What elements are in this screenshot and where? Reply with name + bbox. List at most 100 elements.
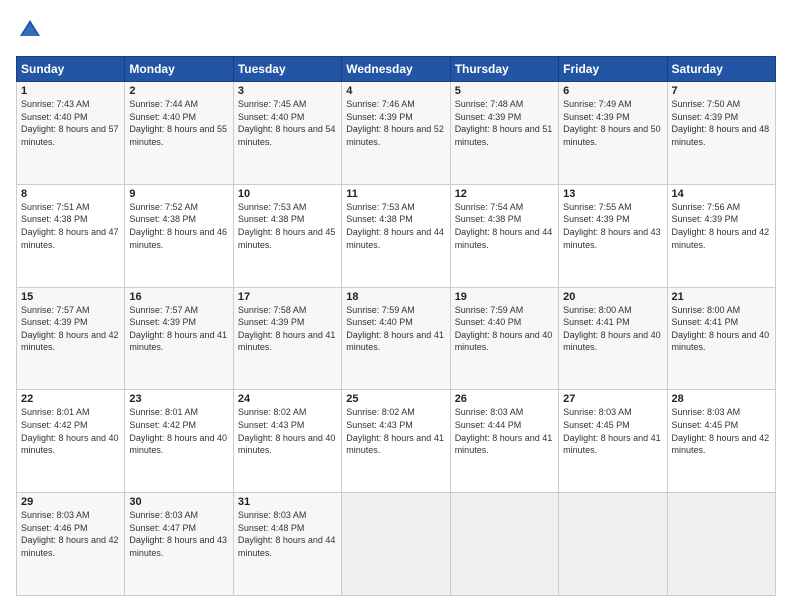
day-cell: 8 Sunrise: 7:51 AMSunset: 4:38 PMDayligh… — [17, 184, 125, 287]
day-cell: 26 Sunrise: 8:03 AMSunset: 4:44 PMDaylig… — [450, 390, 558, 493]
day-number: 20 — [563, 291, 662, 303]
day-info: Sunrise: 7:59 AMSunset: 4:40 PMDaylight:… — [346, 305, 444, 353]
day-info: Sunrise: 8:03 AMSunset: 4:48 PMDaylight:… — [238, 510, 336, 558]
day-cell: 12 Sunrise: 7:54 AMSunset: 4:38 PMDaylig… — [450, 184, 558, 287]
day-number: 27 — [563, 393, 662, 405]
day-info: Sunrise: 7:58 AMSunset: 4:39 PMDaylight:… — [238, 305, 336, 353]
day-cell: 29 Sunrise: 8:03 AMSunset: 4:46 PMDaylig… — [17, 493, 125, 596]
weekday-header: Friday — [559, 57, 667, 82]
day-cell: 28 Sunrise: 8:03 AMSunset: 4:45 PMDaylig… — [667, 390, 775, 493]
day-number: 6 — [563, 85, 662, 97]
day-number: 9 — [129, 188, 228, 200]
day-info: Sunrise: 8:00 AMSunset: 4:41 PMDaylight:… — [672, 305, 770, 353]
weekday-header: Tuesday — [233, 57, 341, 82]
weekday-header: Thursday — [450, 57, 558, 82]
weekday-header: Sunday — [17, 57, 125, 82]
day-cell: 18 Sunrise: 7:59 AMSunset: 4:40 PMDaylig… — [342, 287, 450, 390]
day-cell: 6 Sunrise: 7:49 AMSunset: 4:39 PMDayligh… — [559, 82, 667, 185]
calendar-table: SundayMondayTuesdayWednesdayThursdayFrid… — [16, 56, 776, 596]
day-info: Sunrise: 8:01 AMSunset: 4:42 PMDaylight:… — [129, 407, 227, 455]
day-cell — [559, 493, 667, 596]
day-cell: 31 Sunrise: 8:03 AMSunset: 4:48 PMDaylig… — [233, 493, 341, 596]
day-number: 1 — [21, 85, 120, 97]
day-cell — [450, 493, 558, 596]
day-number: 31 — [238, 496, 337, 508]
day-info: Sunrise: 8:03 AMSunset: 4:46 PMDaylight:… — [21, 510, 119, 558]
day-info: Sunrise: 8:03 AMSunset: 4:45 PMDaylight:… — [563, 407, 661, 455]
day-info: Sunrise: 8:00 AMSunset: 4:41 PMDaylight:… — [563, 305, 661, 353]
day-cell: 21 Sunrise: 8:00 AMSunset: 4:41 PMDaylig… — [667, 287, 775, 390]
day-number: 4 — [346, 85, 445, 97]
day-number: 24 — [238, 393, 337, 405]
day-number: 25 — [346, 393, 445, 405]
weekday-header-row: SundayMondayTuesdayWednesdayThursdayFrid… — [17, 57, 776, 82]
day-cell — [342, 493, 450, 596]
day-number: 26 — [455, 393, 554, 405]
day-number: 5 — [455, 85, 554, 97]
week-row: 29 Sunrise: 8:03 AMSunset: 4:46 PMDaylig… — [17, 493, 776, 596]
day-info: Sunrise: 7:50 AMSunset: 4:39 PMDaylight:… — [672, 99, 770, 147]
day-number: 19 — [455, 291, 554, 303]
day-number: 8 — [21, 188, 120, 200]
day-info: Sunrise: 8:03 AMSunset: 4:44 PMDaylight:… — [455, 407, 553, 455]
week-row: 22 Sunrise: 8:01 AMSunset: 4:42 PMDaylig… — [17, 390, 776, 493]
logo-icon — [16, 16, 44, 44]
day-info: Sunrise: 8:03 AMSunset: 4:47 PMDaylight:… — [129, 510, 227, 558]
day-info: Sunrise: 7:51 AMSunset: 4:38 PMDaylight:… — [21, 202, 119, 250]
day-cell: 7 Sunrise: 7:50 AMSunset: 4:39 PMDayligh… — [667, 82, 775, 185]
day-number: 21 — [672, 291, 771, 303]
week-row: 1 Sunrise: 7:43 AMSunset: 4:40 PMDayligh… — [17, 82, 776, 185]
day-number: 10 — [238, 188, 337, 200]
day-cell: 17 Sunrise: 7:58 AMSunset: 4:39 PMDaylig… — [233, 287, 341, 390]
day-cell: 14 Sunrise: 7:56 AMSunset: 4:39 PMDaylig… — [667, 184, 775, 287]
day-cell: 13 Sunrise: 7:55 AMSunset: 4:39 PMDaylig… — [559, 184, 667, 287]
day-cell: 16 Sunrise: 7:57 AMSunset: 4:39 PMDaylig… — [125, 287, 233, 390]
day-info: Sunrise: 8:02 AMSunset: 4:43 PMDaylight:… — [238, 407, 336, 455]
day-cell: 22 Sunrise: 8:01 AMSunset: 4:42 PMDaylig… — [17, 390, 125, 493]
day-info: Sunrise: 7:53 AMSunset: 4:38 PMDaylight:… — [238, 202, 336, 250]
day-cell: 1 Sunrise: 7:43 AMSunset: 4:40 PMDayligh… — [17, 82, 125, 185]
day-number: 29 — [21, 496, 120, 508]
day-number: 17 — [238, 291, 337, 303]
week-row: 15 Sunrise: 7:57 AMSunset: 4:39 PMDaylig… — [17, 287, 776, 390]
day-number: 2 — [129, 85, 228, 97]
day-cell: 19 Sunrise: 7:59 AMSunset: 4:40 PMDaylig… — [450, 287, 558, 390]
week-row: 8 Sunrise: 7:51 AMSunset: 4:38 PMDayligh… — [17, 184, 776, 287]
day-number: 28 — [672, 393, 771, 405]
weekday-header: Saturday — [667, 57, 775, 82]
day-cell: 23 Sunrise: 8:01 AMSunset: 4:42 PMDaylig… — [125, 390, 233, 493]
day-info: Sunrise: 7:52 AMSunset: 4:38 PMDaylight:… — [129, 202, 227, 250]
day-number: 23 — [129, 393, 228, 405]
day-info: Sunrise: 7:57 AMSunset: 4:39 PMDaylight:… — [21, 305, 119, 353]
day-cell: 4 Sunrise: 7:46 AMSunset: 4:39 PMDayligh… — [342, 82, 450, 185]
day-cell: 30 Sunrise: 8:03 AMSunset: 4:47 PMDaylig… — [125, 493, 233, 596]
day-cell: 24 Sunrise: 8:02 AMSunset: 4:43 PMDaylig… — [233, 390, 341, 493]
day-cell: 10 Sunrise: 7:53 AMSunset: 4:38 PMDaylig… — [233, 184, 341, 287]
day-info: Sunrise: 7:57 AMSunset: 4:39 PMDaylight:… — [129, 305, 227, 353]
page: SundayMondayTuesdayWednesdayThursdayFrid… — [0, 0, 792, 612]
day-cell — [667, 493, 775, 596]
day-cell: 5 Sunrise: 7:48 AMSunset: 4:39 PMDayligh… — [450, 82, 558, 185]
day-info: Sunrise: 7:53 AMSunset: 4:38 PMDaylight:… — [346, 202, 444, 250]
day-info: Sunrise: 7:49 AMSunset: 4:39 PMDaylight:… — [563, 99, 661, 147]
day-cell: 15 Sunrise: 7:57 AMSunset: 4:39 PMDaylig… — [17, 287, 125, 390]
weekday-header: Wednesday — [342, 57, 450, 82]
day-info: Sunrise: 7:56 AMSunset: 4:39 PMDaylight:… — [672, 202, 770, 250]
day-info: Sunrise: 7:43 AMSunset: 4:40 PMDaylight:… — [21, 99, 119, 147]
day-number: 18 — [346, 291, 445, 303]
day-cell: 2 Sunrise: 7:44 AMSunset: 4:40 PMDayligh… — [125, 82, 233, 185]
day-number: 12 — [455, 188, 554, 200]
day-number: 13 — [563, 188, 662, 200]
day-number: 7 — [672, 85, 771, 97]
day-info: Sunrise: 7:55 AMSunset: 4:39 PMDaylight:… — [563, 202, 661, 250]
day-info: Sunrise: 8:03 AMSunset: 4:45 PMDaylight:… — [672, 407, 770, 455]
day-cell: 11 Sunrise: 7:53 AMSunset: 4:38 PMDaylig… — [342, 184, 450, 287]
weekday-header: Monday — [125, 57, 233, 82]
logo — [16, 16, 48, 44]
day-number: 22 — [21, 393, 120, 405]
day-info: Sunrise: 7:59 AMSunset: 4:40 PMDaylight:… — [455, 305, 553, 353]
day-info: Sunrise: 8:02 AMSunset: 4:43 PMDaylight:… — [346, 407, 444, 455]
day-cell: 9 Sunrise: 7:52 AMSunset: 4:38 PMDayligh… — [125, 184, 233, 287]
day-number: 14 — [672, 188, 771, 200]
day-number: 16 — [129, 291, 228, 303]
